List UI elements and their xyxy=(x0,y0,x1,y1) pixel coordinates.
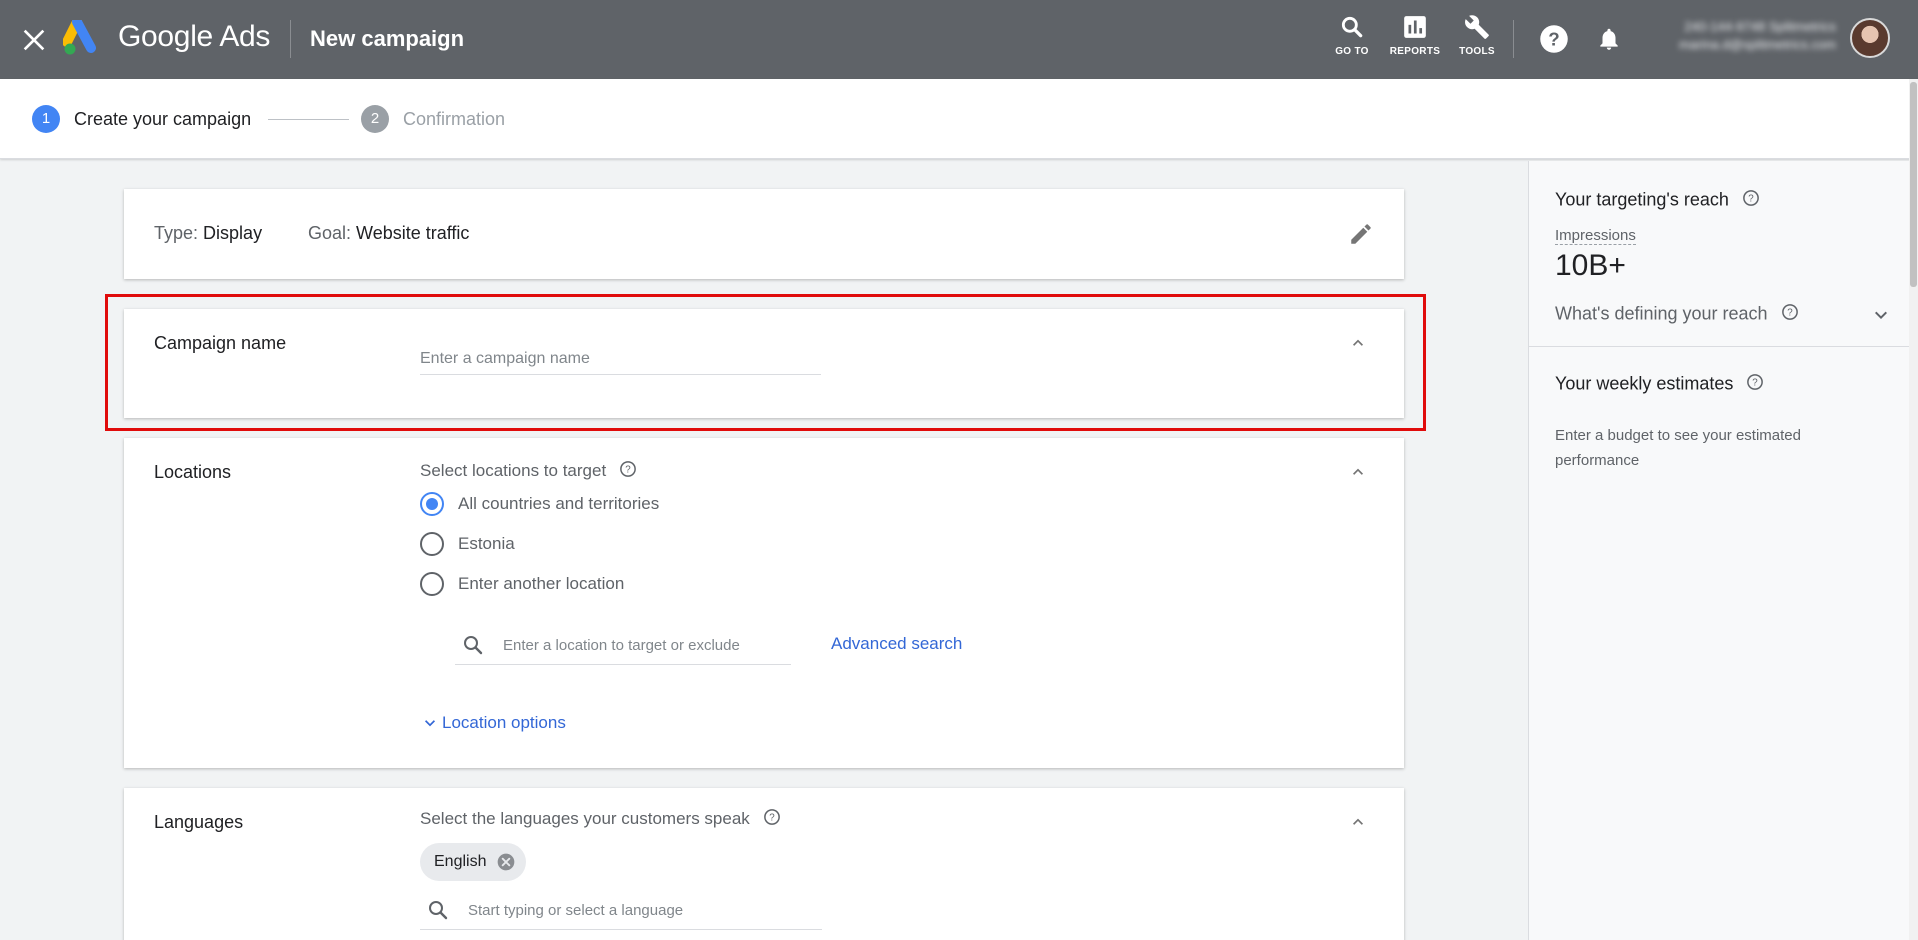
goto-label: GO TO xyxy=(1335,46,1369,57)
radio-label: Estonia xyxy=(458,534,515,553)
type-value: Display xyxy=(203,223,263,243)
step-1-label: Create your campaign xyxy=(74,109,252,129)
location-search-box[interactable] xyxy=(455,625,791,665)
step-2-label: Confirmation xyxy=(403,109,506,129)
reports-label: REPORTS xyxy=(1389,46,1441,57)
location-search-input[interactable] xyxy=(503,631,773,659)
google-ads-logo-icon xyxy=(62,17,103,56)
page-title: New campaign xyxy=(310,26,465,51)
wrench-icon xyxy=(1465,15,1489,39)
chip-remove-icon[interactable] xyxy=(496,852,516,872)
account-email: marina.d@splitmetrics.com xyxy=(1679,37,1836,52)
step-1-number: 1 xyxy=(32,105,60,133)
language-chip-english: English xyxy=(420,843,527,881)
reach-title: Your targeting's reach ? xyxy=(1555,189,1760,212)
estimates-panel: Your targeting's reach ? Impressions 10B… xyxy=(1528,161,1918,940)
svg-text:?: ? xyxy=(769,812,775,823)
reports-button[interactable]: REPORTS xyxy=(1383,14,1447,57)
radio-button[interactable] xyxy=(420,492,444,516)
tools-button[interactable]: TOOLS xyxy=(1445,14,1509,57)
type-label: Type: xyxy=(154,223,199,243)
defining-reach[interactable]: What's defining your reach ? xyxy=(1555,303,1799,326)
help-question-icon[interactable]: ? xyxy=(1746,373,1764,396)
impressions-label[interactable]: Impressions xyxy=(1555,227,1636,245)
notifications-bell-icon[interactable] xyxy=(1596,24,1622,59)
goal-label: Goal: xyxy=(308,223,352,243)
account-info[interactable]: 240-144-9748 Splitmetrics marina.d@split… xyxy=(1648,18,1836,54)
chip-label: English xyxy=(434,853,487,870)
radio-button[interactable] xyxy=(420,532,444,556)
defining-reach-text: What's defining your reach xyxy=(1555,303,1768,324)
type-field: Type: Display xyxy=(154,223,262,244)
radio-estonia[interactable]: Estonia xyxy=(420,530,515,558)
svg-text:?: ? xyxy=(1748,193,1754,204)
stepper: 1 Create your campaign 2 Confirmation xyxy=(0,79,1918,159)
svg-text:?: ? xyxy=(1753,377,1759,388)
weekly-title: Your weekly estimates ? xyxy=(1555,373,1764,396)
search-icon xyxy=(429,901,448,920)
help-question-icon[interactable]: ? xyxy=(1742,189,1760,212)
scrollbar-thumb[interactable] xyxy=(1910,82,1917,287)
collapse-chevron-up-icon[interactable] xyxy=(1348,812,1368,832)
weekly-title-text: Your weekly estimates xyxy=(1555,373,1734,394)
languages-label: Languages xyxy=(154,812,244,832)
languages-subtitle: Select the languages your customers spea… xyxy=(420,808,781,831)
help-question-icon[interactable]: ? xyxy=(763,808,781,831)
highlight-box xyxy=(105,294,1426,431)
chevron-down-icon xyxy=(425,720,435,727)
account-id: 240-144-9748 Splitmetrics xyxy=(1684,19,1836,34)
language-search-input[interactable] xyxy=(468,896,738,924)
divider xyxy=(1529,346,1918,347)
top-bar: Google Ads New campaign GO TO REPORTS TO… xyxy=(0,0,1918,79)
advanced-search-link[interactable]: Advanced search xyxy=(831,634,962,654)
languages-subtitle-text: Select the languages your customers spea… xyxy=(420,808,750,828)
step-2-number: 2 xyxy=(361,105,389,133)
divider xyxy=(290,20,291,58)
avatar[interactable] xyxy=(1850,18,1890,58)
svg-text:?: ? xyxy=(1548,28,1559,49)
impressions-value: 10B+ xyxy=(1555,249,1626,282)
radio-label: Enter another location xyxy=(458,574,625,593)
campaign-type-card: Type: Display Goal: Website traffic xyxy=(124,189,1404,279)
goal-field: Goal: Website traffic xyxy=(308,223,469,244)
radio-label: All countries and territories xyxy=(458,494,660,513)
help-question-icon[interactable]: ? xyxy=(1781,303,1799,326)
location-options-toggle[interactable]: Location options xyxy=(420,713,566,733)
brand-name: Google Ads xyxy=(118,20,271,53)
languages-card: Languages Select the languages your cust… xyxy=(124,788,1404,940)
locations-subtitle-text: Select locations to target xyxy=(420,460,607,480)
collapse-chevron-up-icon[interactable] xyxy=(1348,462,1368,482)
language-search-box[interactable] xyxy=(420,890,822,930)
search-icon xyxy=(464,636,483,655)
locations-subtitle: Select locations to target ? xyxy=(420,460,637,483)
step-connector xyxy=(268,119,349,120)
weekly-description: Enter a budget to see your estimated per… xyxy=(1555,427,1801,469)
reports-icon xyxy=(1404,16,1426,38)
locations-card: Locations Select locations to target ? A… xyxy=(124,438,1404,768)
edit-pencil-icon[interactable] xyxy=(1348,221,1374,252)
svg-text:?: ? xyxy=(625,464,631,475)
search-icon xyxy=(1341,16,1363,38)
goal-value: Website traffic xyxy=(356,223,470,243)
divider xyxy=(1513,20,1514,58)
tools-label: TOOLS xyxy=(1459,46,1495,57)
locations-label: Locations xyxy=(154,462,232,482)
close-icon[interactable] xyxy=(18,24,50,56)
radio-button[interactable] xyxy=(420,572,444,596)
radio-all-countries[interactable]: All countries and territories xyxy=(420,490,659,518)
help-icon[interactable]: ? xyxy=(1539,24,1569,59)
svg-text:?: ? xyxy=(1787,307,1793,318)
help-question-icon[interactable]: ? xyxy=(619,460,637,483)
location-options-label: Location options xyxy=(442,713,566,732)
expand-chevron-down-icon[interactable] xyxy=(1869,303,1893,332)
goto-button[interactable]: GO TO xyxy=(1320,14,1384,57)
reach-title-text: Your targeting's reach xyxy=(1555,189,1729,210)
radio-another-location[interactable]: Enter another location xyxy=(420,570,624,598)
